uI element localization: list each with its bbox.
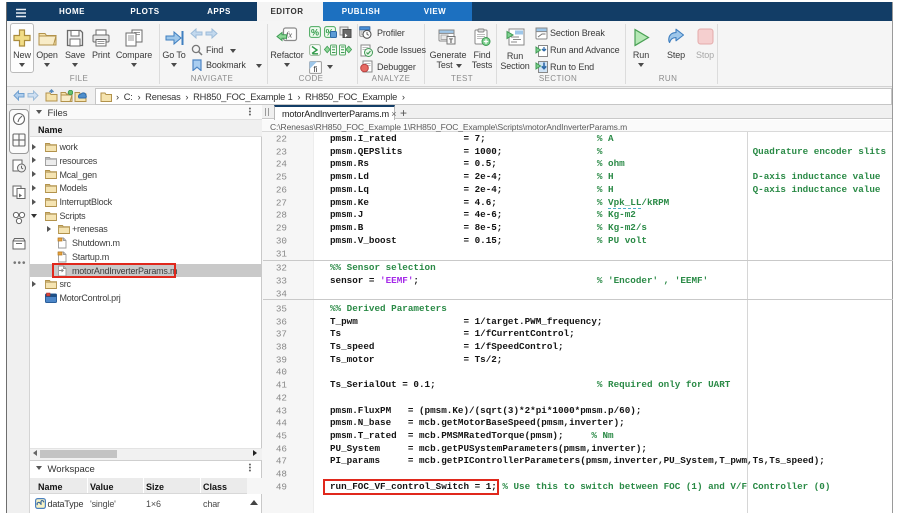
svg-text:fi: fi — [314, 65, 318, 74]
svg-text:%: % — [311, 28, 319, 38]
svg-text:T: T — [449, 38, 453, 45]
